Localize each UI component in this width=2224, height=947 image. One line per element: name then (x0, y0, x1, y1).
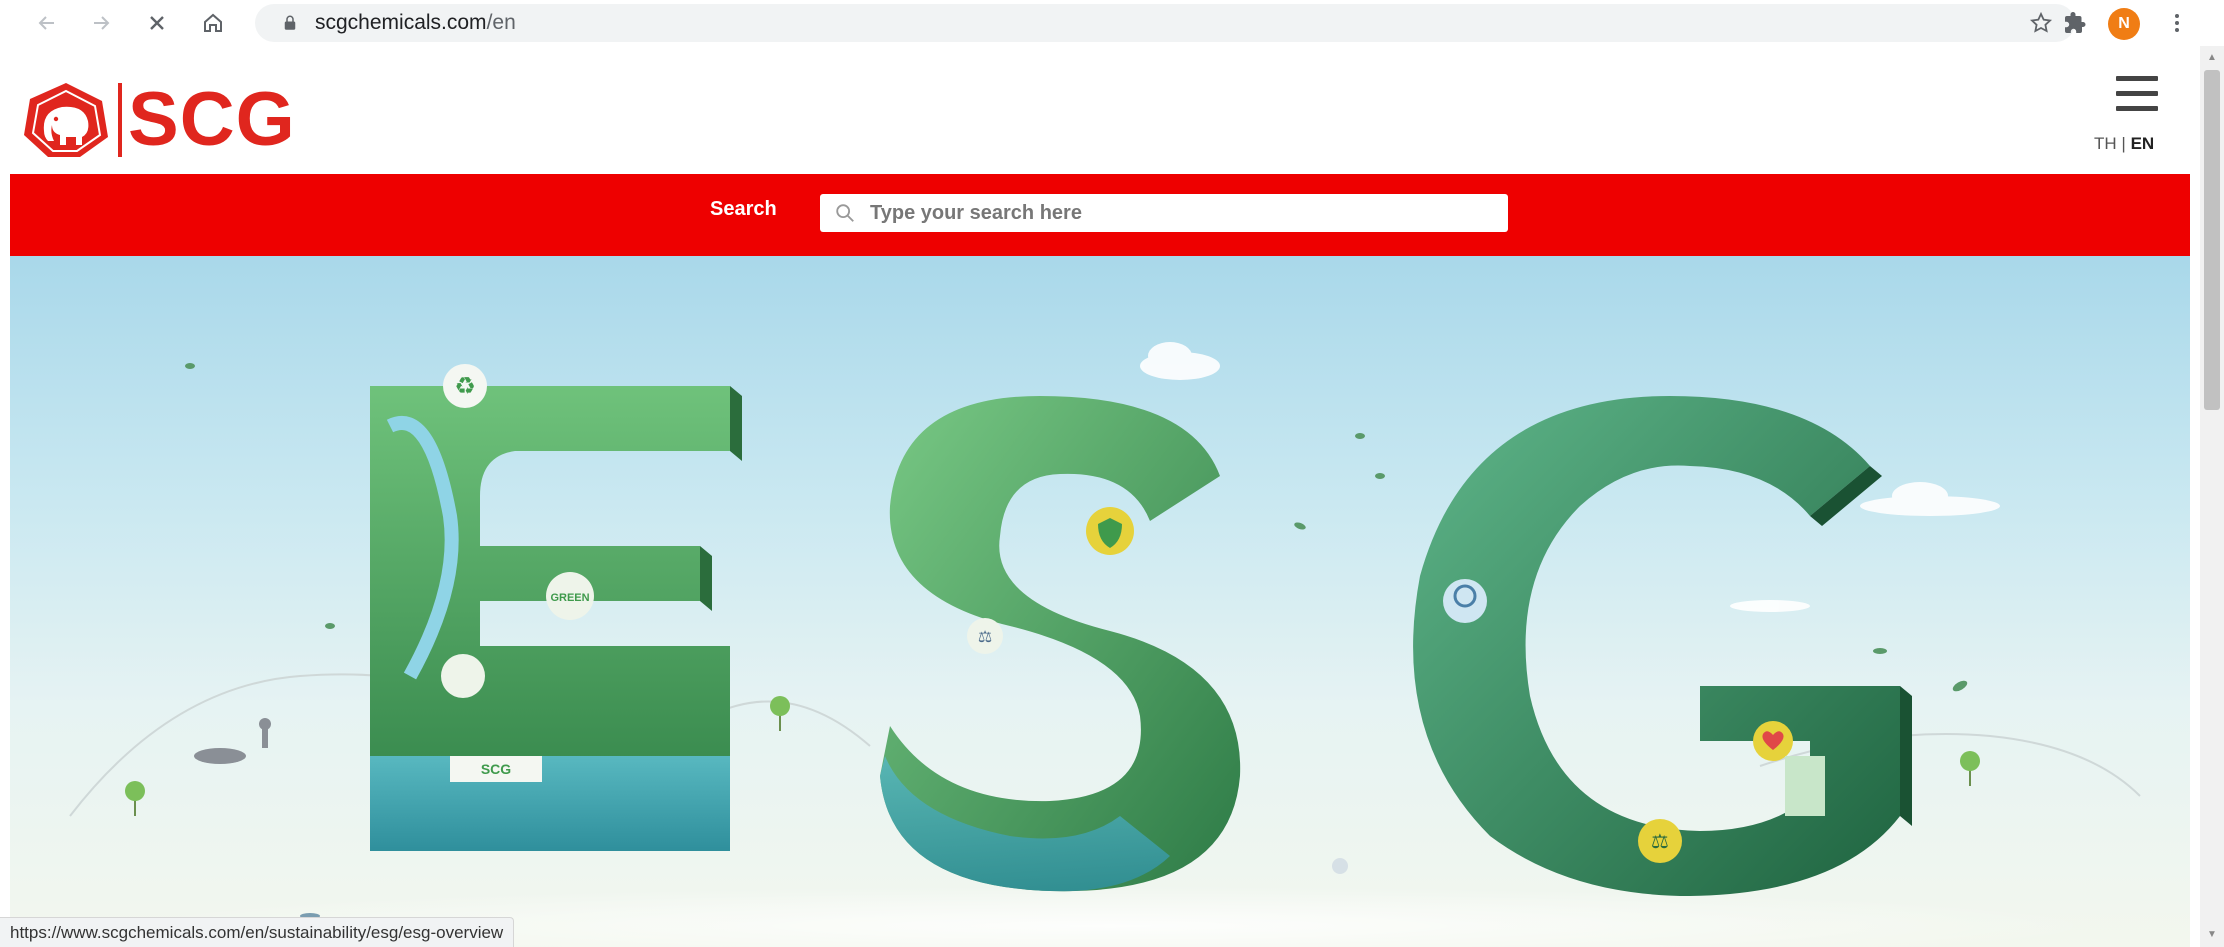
lang-en-link[interactable]: EN (2131, 134, 2155, 153)
search-box[interactable] (820, 194, 1508, 232)
letter-e: ♻ GREEN SCG (370, 364, 742, 851)
scroll-up-icon[interactable]: ▲ (2206, 52, 2218, 64)
svg-text:SCG: SCG (481, 761, 511, 777)
lang-separator: | (2121, 134, 2126, 153)
scg-logo[interactable]: SCG (22, 76, 296, 163)
back-icon[interactable] (30, 6, 64, 40)
address-url: scgchemicals.com/en (315, 11, 516, 34)
site-header: SCG TH | EN (0, 46, 2200, 172)
svg-text:♻: ♻ (454, 372, 476, 400)
hamburger-menu-icon[interactable] (2116, 76, 2158, 116)
stop-loading-icon[interactable] (140, 6, 174, 40)
page-scrollbar[interactable]: ▲ ▼ (2200, 46, 2224, 947)
search-icon (836, 204, 854, 222)
svg-text:⚖: ⚖ (978, 627, 992, 646)
svg-text:GREEN: GREEN (550, 592, 589, 604)
letter-s: ⚖ (880, 396, 1241, 892)
browser-toolbar: scgchemicals.com/en N (0, 0, 2224, 46)
esg-illustration: ♻ GREEN SCG ⚖ ⚖ (69, 342, 2141, 947)
extensions-puzzle-icon[interactable] (2058, 6, 2092, 40)
search-label: Search (710, 198, 777, 220)
search-band: Search (10, 174, 2190, 256)
home-icon[interactable] (196, 6, 230, 40)
more-menu-icon[interactable] (2162, 8, 2192, 38)
search-input[interactable] (870, 201, 1490, 225)
elephant-emblem-icon (24, 82, 108, 157)
svg-text:⚖: ⚖ (1651, 829, 1669, 853)
lang-th-link[interactable]: TH (2094, 134, 2117, 153)
letter-g: ⚖ (1413, 396, 1912, 896)
address-bar[interactable]: scgchemicals.com/en (255, 4, 2075, 42)
hero-esg-banner[interactable]: ♻ GREEN SCG ⚖ ⚖ (10, 256, 2190, 947)
scroll-down-icon[interactable]: ▼ (2206, 929, 2218, 941)
profile-avatar[interactable]: N (2108, 8, 2140, 40)
bookmark-star-icon[interactable] (2029, 11, 2053, 35)
status-bar-url: https://www.scgchemicals.com/en/sustaina… (0, 917, 515, 947)
brand-wordmark: SCG (128, 77, 296, 162)
language-switch: TH | EN (2094, 134, 2154, 154)
page-viewport: SCG TH | EN Search Type your search here… (0, 46, 2200, 947)
lock-icon (284, 15, 296, 30)
forward-icon[interactable] (84, 6, 118, 40)
scrollbar-thumb[interactable] (2204, 70, 2220, 410)
